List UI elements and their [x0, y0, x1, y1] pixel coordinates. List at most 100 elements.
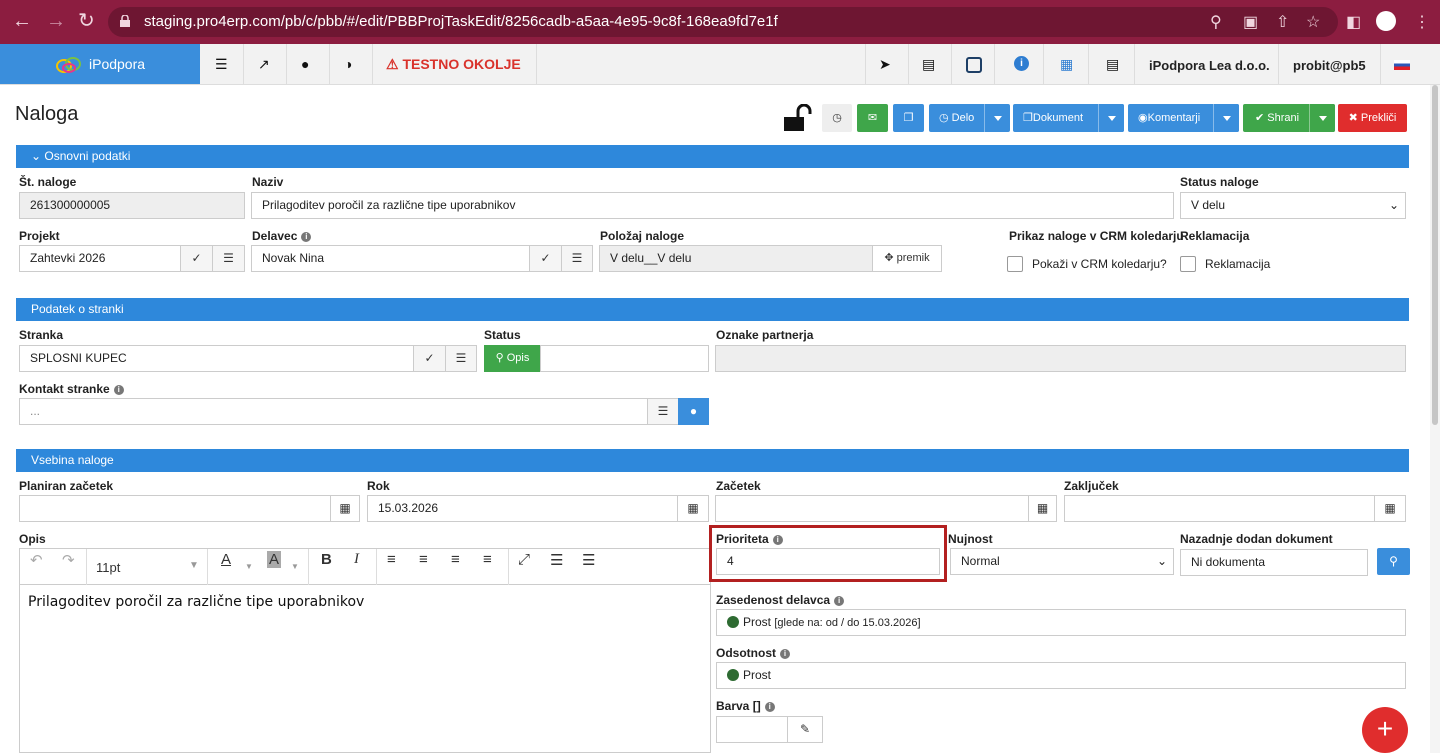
bold-icon[interactable]: B: [321, 551, 332, 568]
address-bar[interactable]: staging.pro4erp.com/pb/c/pbb/#/edit/PBBP…: [108, 7, 1338, 37]
planiran-label: Planiran začetek: [19, 479, 114, 493]
align-justify-icon[interactable]: ≡: [483, 551, 492, 568]
info-icon[interactable]: i: [1014, 56, 1029, 71]
server-icon[interactable]: ▤: [922, 56, 935, 73]
calendar-button[interactable]: ▦: [1028, 495, 1057, 522]
scrollbar[interactable]: [1430, 85, 1440, 753]
delavec-field[interactable]: Novak Nina: [251, 245, 530, 272]
reklamacija-label: Reklamacija: [1180, 229, 1250, 243]
search-button[interactable]: ⚲: [1377, 548, 1410, 575]
status-select[interactable]: V delu ⌄: [1180, 192, 1406, 219]
kontakt-field[interactable]: ...: [19, 398, 648, 425]
copy-button[interactable]: ❐: [893, 104, 924, 132]
planiran-field[interactable]: [19, 495, 331, 522]
delo-dropdown[interactable]: [984, 104, 1010, 132]
list-button[interactable]: ☰: [445, 345, 477, 372]
unlock-icon[interactable]: [783, 104, 813, 132]
x-icon: ✖: [1348, 112, 1358, 124]
italic-icon[interactable]: I: [354, 551, 359, 568]
add-contact-button[interactable]: ●: [678, 398, 709, 425]
profile-icon[interactable]: [1376, 11, 1396, 31]
nujnost-select[interactable]: Normal ⌄: [950, 548, 1174, 575]
check-icon: ✔: [1255, 112, 1265, 124]
eraser-button[interactable]: ✓: [180, 245, 213, 272]
color-picker-button[interactable]: ✎: [787, 716, 823, 743]
reklamacija-checkbox[interactable]: [1180, 256, 1196, 272]
section-stranka[interactable]: Podatek o stranki: [16, 298, 1409, 321]
fullscreen-icon[interactable]: ⤢: [518, 551, 530, 568]
sidebar-icon[interactable]: ◧: [1346, 12, 1361, 32]
barva-field[interactable]: [716, 716, 788, 743]
eraser-button[interactable]: ✓: [413, 345, 446, 372]
envelope-icon: ✉: [867, 112, 878, 124]
editor-content[interactable]: Prilagoditev poročil za različne tipe up…: [28, 594, 364, 610]
forward-icon[interactable]: →: [46, 11, 66, 31]
premik-button[interactable]: ✥ premik: [872, 245, 942, 272]
zasedenost-label: Zasedenost delavca i: [716, 593, 845, 607]
stranka-status-field: [540, 345, 709, 372]
clock-button[interactable]: ◷: [822, 104, 852, 132]
back-icon[interactable]: ←: [12, 11, 32, 31]
list-icon[interactable]: ☰: [215, 56, 228, 73]
chevron-down-icon: ▼: [291, 562, 299, 571]
bullet-list-icon[interactable]: ☰: [582, 551, 595, 569]
font-size-select[interactable]: 11pt: [96, 560, 120, 575]
align-right-icon[interactable]: ≡: [451, 551, 460, 568]
reload-icon[interactable]: ↻: [78, 11, 95, 31]
projekt-field[interactable]: Zahtevki 2026: [19, 245, 181, 272]
redo-icon[interactable]: ↷: [62, 551, 75, 569]
warning-icon: ⚠: [386, 56, 403, 72]
preklici-button[interactable]: ✖ Prekliči: [1338, 104, 1407, 132]
brand-logo[interactable]: iPodpora: [0, 44, 200, 84]
contrast-icon[interactable]: ◑: [344, 56, 352, 72]
align-left-icon[interactable]: ≡: [387, 551, 396, 568]
list-button[interactable]: ☰: [212, 245, 245, 272]
send-icon[interactable]: ➤: [879, 56, 891, 73]
user-secret-icon[interactable]: ●: [301, 56, 309, 72]
external-link-icon[interactable]: ↗: [258, 56, 270, 73]
ordered-list-icon[interactable]: ☰: [550, 551, 563, 569]
calendar-button[interactable]: ▦: [677, 495, 709, 522]
polozaj-label: Položaj naloge: [600, 229, 685, 243]
calendar-button[interactable]: ▦: [330, 495, 360, 522]
list-button[interactable]: ☰: [647, 398, 679, 425]
section-osnovni[interactable]: ⌄ Osnovni podatki: [16, 145, 1409, 168]
eraser-button[interactable]: ✓: [529, 245, 562, 272]
opis-button[interactable]: ⚲ Opis: [484, 345, 541, 372]
stranka-status-label: Status: [484, 328, 521, 342]
crm-checkbox[interactable]: [1007, 256, 1023, 272]
company-name[interactable]: iPodpora Lea d.o.o.: [1149, 58, 1270, 73]
zacetek-field[interactable]: [715, 495, 1029, 522]
komentarji-dropdown[interactable]: [1213, 104, 1239, 132]
list-button[interactable]: ☰: [561, 245, 593, 272]
background-color-icon[interactable]: A: [267, 551, 282, 568]
flag-icon[interactable]: [1394, 60, 1410, 70]
teamviewer-icon[interactable]: [966, 57, 982, 73]
translate-icon[interactable]: ▣: [1243, 12, 1258, 32]
shrani-dropdown[interactable]: [1309, 104, 1335, 132]
star-icon[interactable]: ☆: [1306, 12, 1320, 32]
undo-icon[interactable]: ↶: [30, 551, 43, 569]
zakljucek-field[interactable]: [1064, 495, 1375, 522]
odsotnost-field: Prost: [716, 662, 1406, 689]
add-fab-button[interactable]: +: [1362, 707, 1408, 753]
key-icon[interactable]: ⚲: [1210, 12, 1222, 32]
text-color-icon[interactable]: A: [221, 551, 231, 568]
rok-field[interactable]: 15.03.2026: [367, 495, 678, 522]
menu-icon[interactable]: ⋮: [1414, 12, 1430, 32]
status-dot: [727, 669, 739, 681]
calendar-button[interactable]: ▦: [1374, 495, 1406, 522]
scrollbar-thumb[interactable]: [1432, 85, 1438, 425]
stranka-field[interactable]: SPLOSNI KUPEC: [19, 345, 414, 372]
dokument-dropdown[interactable]: [1098, 104, 1124, 132]
document-icon[interactable]: ▤: [1106, 56, 1119, 73]
share-icon[interactable]: ⇧: [1276, 12, 1289, 32]
naziv-field[interactable]: Prilagoditev poročil za različne tipe up…: [251, 192, 1174, 219]
prioriteta-highlight: [709, 525, 947, 582]
section-vsebina[interactable]: Vsebina naloge: [16, 449, 1409, 472]
book-icon[interactable]: ▦: [1060, 56, 1073, 73]
user-name[interactable]: probit@pb5: [1293, 58, 1366, 73]
align-center-icon[interactable]: ≡: [419, 551, 428, 568]
email-button[interactable]: ✉: [857, 104, 888, 132]
status-dot: [727, 616, 739, 628]
